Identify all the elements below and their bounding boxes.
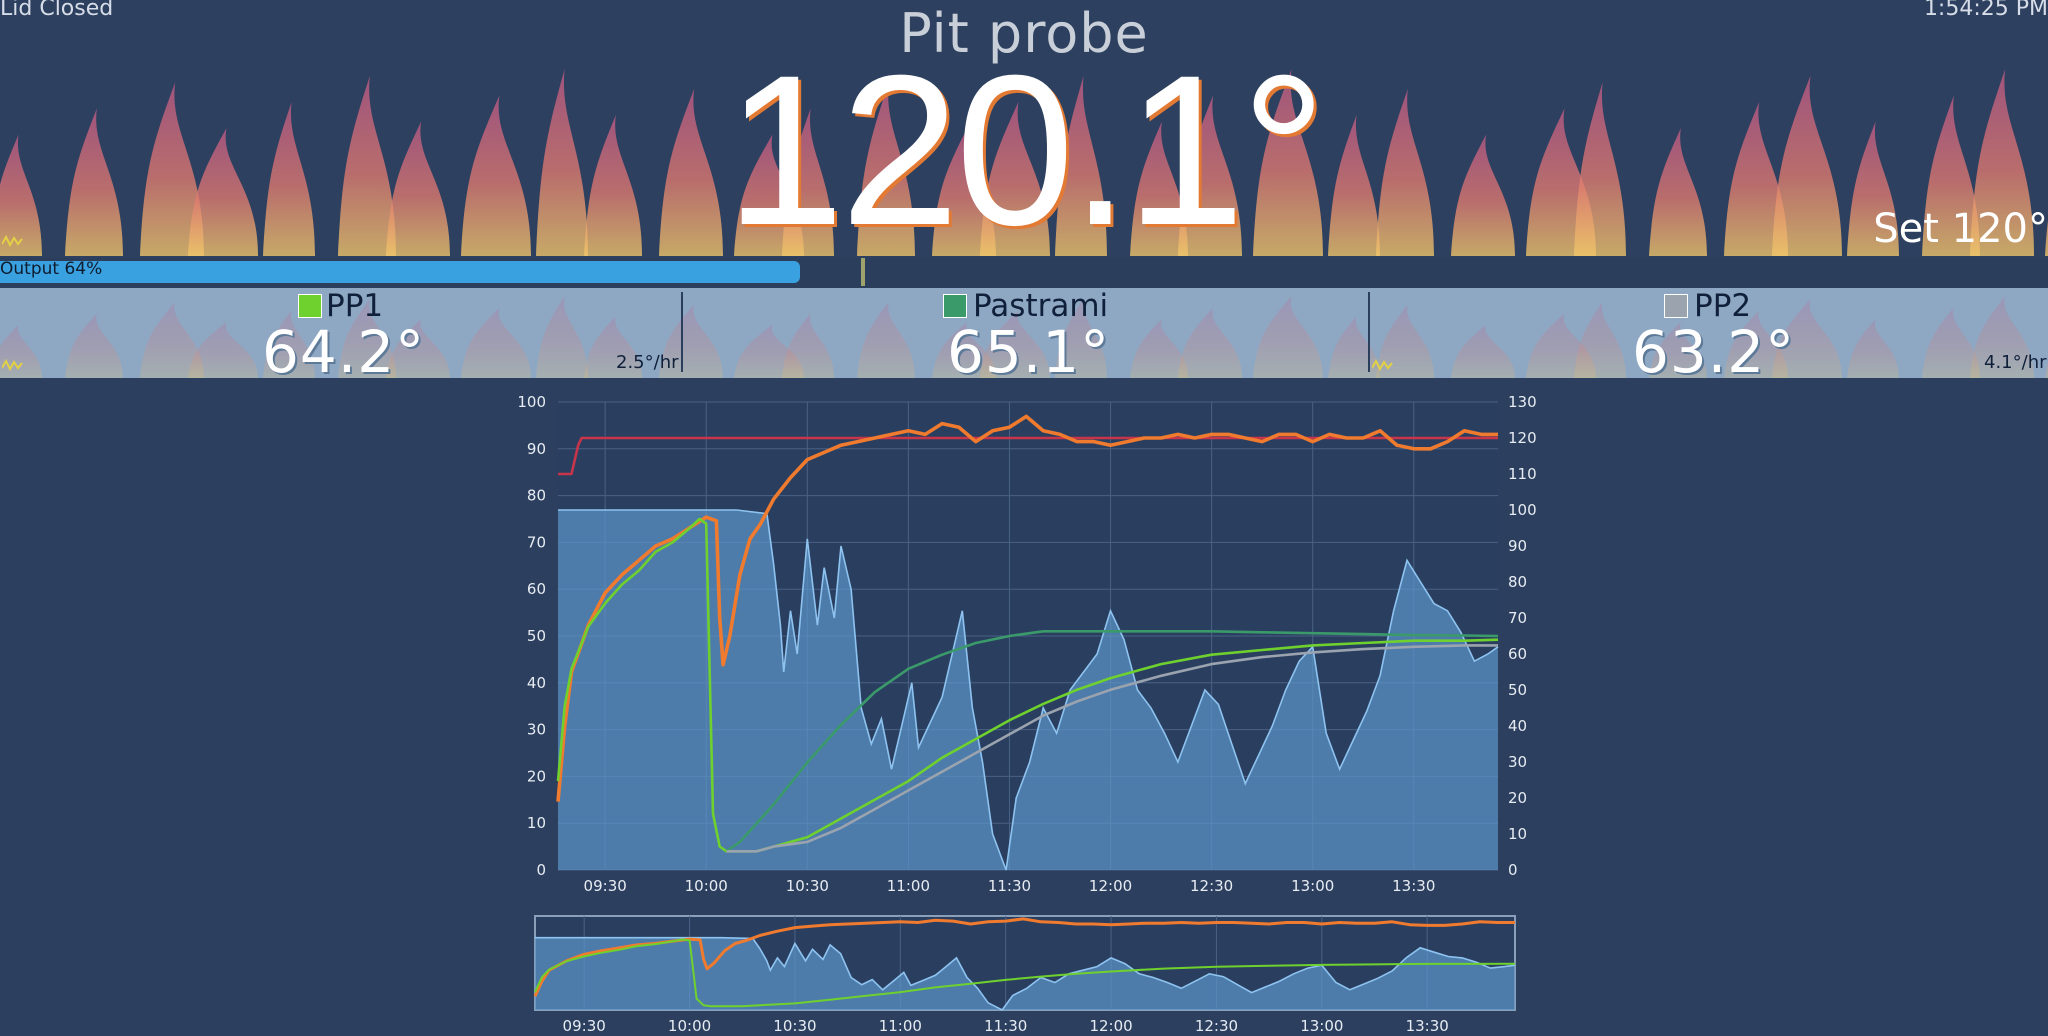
left-axis-tick-label: 90 xyxy=(527,440,546,458)
probe-sparkline-icon[interactable] xyxy=(2,358,24,372)
x-axis-tick-label: 12:30 xyxy=(1195,1017,1238,1035)
chart-navigator[interactable]: 09:30 10:00 10:30 11:00 11:30 12:00 12:30 13:00… xyxy=(0,900,2048,1036)
right-axis-tick-label: 30 xyxy=(1508,753,1527,771)
pit-sparkline-icon[interactable] xyxy=(2,234,24,248)
probe-rate: 2.5°/hr xyxy=(616,352,679,373)
right-axis-tick-label: 40 xyxy=(1508,717,1527,735)
x-axis-tick-label: 12:00 xyxy=(1089,1017,1132,1035)
probe-pp2[interactable]: PP2 63.2° 4.1°/hr xyxy=(1370,288,2048,378)
temperature-history-chart[interactable]: 0 10 20 30 40 50 60 70 80 90 100 0 10 20 30 40 50 60 70 80 9… xyxy=(0,378,2048,900)
x-axis-tick-label: 09:30 xyxy=(563,1017,606,1035)
left-axis-tick-label: 60 xyxy=(527,580,546,598)
x-axis-tick-label: 11:00 xyxy=(879,1017,922,1035)
left-axis-tick-label: 0 xyxy=(536,861,546,879)
x-axis-tick-label: 13:00 xyxy=(1300,1017,1343,1035)
x-axis-tick-label: 10:00 xyxy=(685,877,728,895)
right-axis-tick-label: 80 xyxy=(1508,573,1527,591)
x-axis-tick-label: 10:30 xyxy=(773,1017,816,1035)
x-axis-tick-label: 11:30 xyxy=(988,877,1031,895)
x-axis-tick-label: 12:30 xyxy=(1190,877,1233,895)
right-axis-tick-label: 20 xyxy=(1508,789,1527,807)
output-marker xyxy=(861,258,865,286)
left-axis-tick-label: 40 xyxy=(527,674,546,692)
left-axis-tick-label: 50 xyxy=(527,627,546,645)
probe-pp1[interactable]: PP1 64.2° 2.5°/hr xyxy=(0,288,682,378)
left-axis-tick-label: 100 xyxy=(517,393,546,411)
setpoint-display[interactable]: Set 120° xyxy=(1873,206,2048,252)
x-axis-tick-label: 09:30 xyxy=(584,877,627,895)
x-axis-tick-label: 10:30 xyxy=(786,877,829,895)
left-axis-tick-label: 30 xyxy=(527,721,546,739)
left-axis-tick-label: 20 xyxy=(527,767,546,785)
x-axis-tick-label: 13:30 xyxy=(1392,877,1435,895)
right-axis-tick-label: 110 xyxy=(1508,465,1537,483)
probe-temp: 64.2° xyxy=(262,318,426,378)
probe-color-swatch xyxy=(1664,294,1688,318)
output-bar: Output 64% xyxy=(0,258,2048,288)
probe-rate: 4.1°/hr xyxy=(1984,352,2047,373)
left-axis-tick-label: 10 xyxy=(527,814,546,832)
right-axis-tick-label: 120 xyxy=(1508,429,1537,447)
probe-temp: 63.2° xyxy=(1632,318,1796,378)
right-axis-tick-label: 70 xyxy=(1508,609,1527,627)
probe-pastrami[interactable]: Pastrami 65.1° xyxy=(683,288,1369,378)
right-axis-tick-label: 0 xyxy=(1508,861,1518,879)
x-axis-tick-label: 10:00 xyxy=(668,1017,711,1035)
probe-color-swatch xyxy=(298,294,322,318)
x-axis-tick-label: 12:00 xyxy=(1089,877,1132,895)
x-axis-tick-label: 11:00 xyxy=(887,877,930,895)
probe-color-swatch xyxy=(943,294,967,318)
right-axis-tick-label: 130 xyxy=(1508,393,1537,411)
left-axis-tick-label: 80 xyxy=(527,487,546,505)
right-axis-tick-label: 10 xyxy=(1508,825,1527,843)
right-axis-tick-label: 50 xyxy=(1508,681,1527,699)
probe-temp: 65.1° xyxy=(947,318,1111,378)
x-axis-tick-label: 13:00 xyxy=(1291,877,1334,895)
x-axis-tick-label: 11:30 xyxy=(984,1017,1027,1035)
right-axis-tick-label: 90 xyxy=(1508,537,1527,555)
left-axis-tick-label: 70 xyxy=(527,533,546,551)
x-axis-tick-label: 13:30 xyxy=(1406,1017,1449,1035)
pit-temperature[interactable]: 120.1° xyxy=(0,44,2048,258)
probe-strip: PP1 64.2° 2.5°/hr Pastrami 65.1° PP2 63.… xyxy=(0,288,2048,378)
output-fill xyxy=(0,261,800,283)
output-label: Output 64% xyxy=(0,259,103,279)
right-axis-tick-label: 100 xyxy=(1508,501,1537,519)
probe-sparkline-icon[interactable] xyxy=(1372,358,1394,372)
right-axis-tick-label: 60 xyxy=(1508,645,1527,663)
pit-header: Lid Closed 1:54:25 PM Pit probe 120.1° S… xyxy=(0,0,2048,258)
